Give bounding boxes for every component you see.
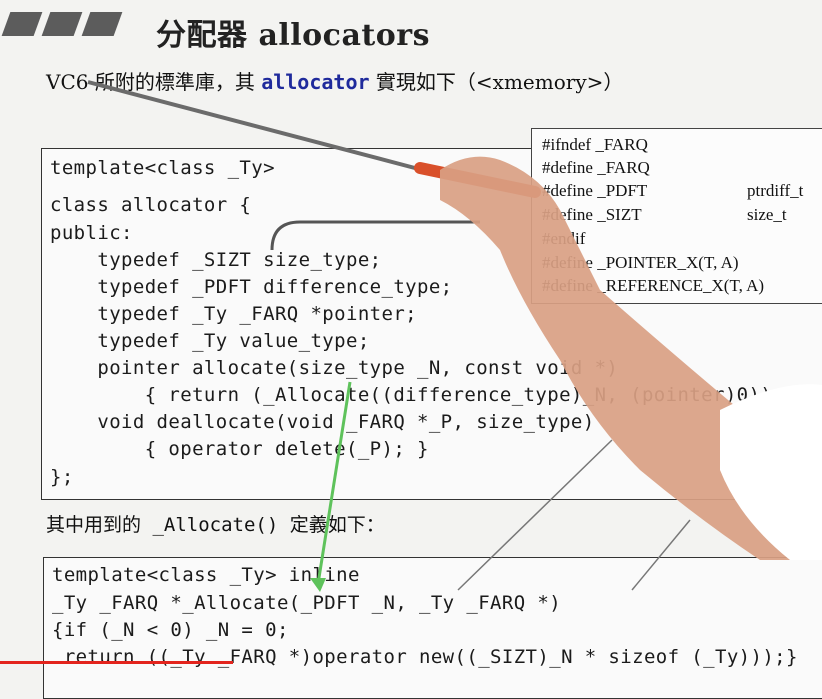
pointer-arrow-right xyxy=(631,519,691,591)
progress-underline xyxy=(0,661,233,664)
annotation-overlay xyxy=(87,80,822,592)
green-arrow-head xyxy=(310,578,326,592)
pointer-arrow-left xyxy=(457,439,613,591)
connector-line xyxy=(270,220,480,251)
pointer-stick xyxy=(87,80,431,174)
green-arrow xyxy=(316,381,352,585)
